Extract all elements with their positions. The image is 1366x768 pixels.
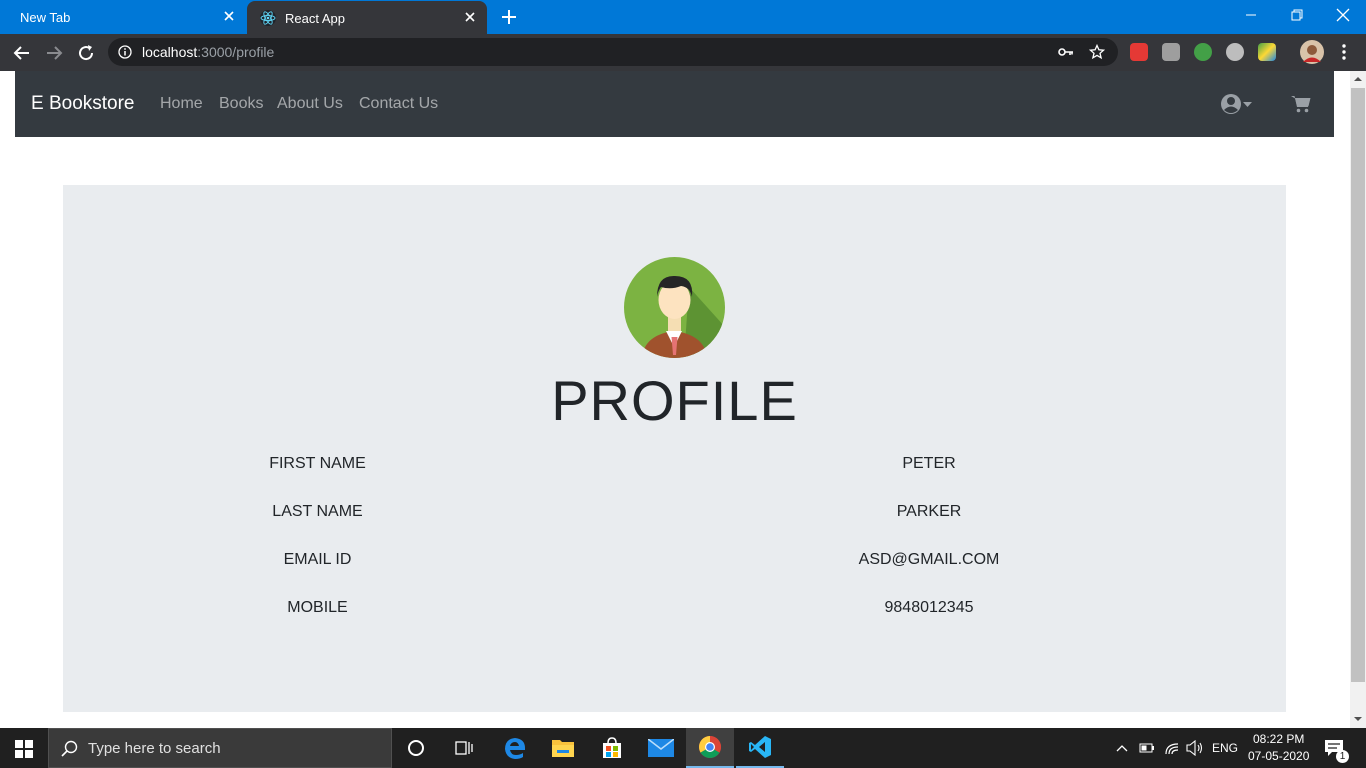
back-arrow-icon[interactable] [11, 42, 33, 64]
scroll-down-arrow-icon[interactable] [1353, 715, 1363, 723]
extension-red-icon[interactable] [1130, 43, 1148, 61]
notification-count-badge: 1 [1336, 750, 1349, 763]
task-view-icon[interactable] [440, 728, 488, 768]
react-favicon-icon [260, 10, 276, 26]
forward-arrow-icon[interactable] [43, 42, 65, 64]
microsoft-store-icon[interactable] [588, 728, 636, 768]
profile-field-row: EMAIL ID ASD@GMAIL.COM [63, 551, 1286, 575]
profile-avatar-icon[interactable] [1300, 40, 1324, 64]
windows-start-icon[interactable] [15, 740, 33, 758]
brand-logo-text[interactable]: E Bookstore [31, 93, 135, 115]
scroll-up-arrow-icon[interactable] [1353, 75, 1363, 83]
scrollbar-thumb[interactable] [1351, 88, 1365, 682]
clock-date[interactable]: 07-05-2020 [1248, 749, 1309, 763]
extension-circle-icon[interactable] [1226, 43, 1244, 61]
tab-new-tab[interactable]: New Tab [0, 0, 246, 34]
nav-link-home[interactable]: Home [160, 95, 203, 113]
url-text: localhost:3000/profile [142, 44, 275, 60]
site-navbar: E Bookstore Home Books About Us Contact … [15, 71, 1334, 137]
chrome-taskbar-icon[interactable] [686, 728, 734, 768]
field-label: LAST NAME [272, 503, 363, 520]
profile-field-row: FIRST NAME PETER [63, 455, 1286, 479]
browser-menu-icon[interactable] [1335, 43, 1353, 61]
edge-browser-icon[interactable] [491, 728, 539, 768]
field-label: EMAIL ID [283, 551, 352, 568]
battery-icon[interactable] [1139, 741, 1155, 755]
minimize-icon[interactable] [1241, 5, 1261, 25]
nav-link-about-us[interactable]: About Us [277, 95, 343, 113]
profile-field-row: MOBILE 9848012345 [63, 599, 1286, 623]
page-viewport: E Bookstore Home Books About Us Contact … [0, 71, 1350, 728]
shopping-cart-icon[interactable] [1291, 95, 1311, 113]
close-tab-icon[interactable] [463, 10, 477, 24]
new-tab-plus-icon[interactable] [499, 7, 519, 27]
close-window-icon[interactable] [1333, 5, 1353, 25]
file-explorer-icon[interactable] [539, 728, 587, 768]
wifi-icon[interactable] [1164, 740, 1180, 756]
language-indicator[interactable]: ENG [1212, 741, 1238, 755]
profile-title: PROFILE [551, 369, 798, 432]
extension-green-v-icon[interactable] [1194, 43, 1212, 61]
user-account-dropdown-icon[interactable] [1220, 93, 1254, 115]
site-info-icon[interactable] [118, 45, 132, 59]
nav-link-books[interactable]: Books [219, 95, 263, 113]
browser-toolbar: localhost:3000/profile [0, 34, 1366, 71]
search-icon [61, 740, 78, 757]
search-placeholder: Type here to search [88, 740, 221, 757]
restore-icon[interactable] [1287, 5, 1307, 25]
tab-react-app[interactable]: React App [247, 1, 487, 35]
taskbar-search-box[interactable]: Type here to search [48, 728, 392, 768]
field-value: 9848012345 [884, 599, 974, 616]
page-scrollbar[interactable] [1350, 71, 1366, 728]
reload-icon[interactable] [75, 42, 97, 64]
profile-card: PROFILE FIRST NAME PETER LAST NAME PARKE… [63, 185, 1286, 712]
field-value: PETER [902, 455, 956, 472]
user-avatar [624, 257, 725, 358]
clock-time[interactable]: 08:22 PM [1253, 732, 1304, 746]
field-value: ASD@GMAIL.COM [858, 551, 1000, 568]
nav-link-contact-us[interactable]: Contact Us [359, 95, 438, 113]
tray-chevron-up-icon[interactable] [1116, 743, 1128, 753]
profile-field-row: LAST NAME PARKER [63, 503, 1286, 527]
extension-color-icon[interactable] [1258, 43, 1276, 61]
windows-taskbar: Type here to search ENG 08:22 PM 07-05-2… [0, 728, 1366, 768]
volume-icon[interactable] [1186, 740, 1204, 756]
field-label: MOBILE [287, 599, 348, 616]
vscode-taskbar-icon[interactable] [736, 728, 784, 768]
mail-icon[interactable] [637, 728, 685, 768]
field-value: PARKER [896, 503, 962, 520]
tab-title: React App [285, 10, 345, 26]
key-icon[interactable] [1058, 45, 1074, 59]
extension-hand-icon[interactable] [1162, 43, 1180, 61]
browser-tab-strip: New Tab React App [0, 0, 1366, 35]
cortana-icon[interactable] [392, 728, 440, 768]
address-bar[interactable]: localhost:3000/profile [108, 38, 1118, 66]
tab-title: New Tab [20, 9, 71, 25]
close-tab-icon[interactable] [222, 9, 236, 23]
bookmark-star-icon[interactable] [1089, 44, 1105, 60]
field-label: FIRST NAME [269, 455, 366, 472]
